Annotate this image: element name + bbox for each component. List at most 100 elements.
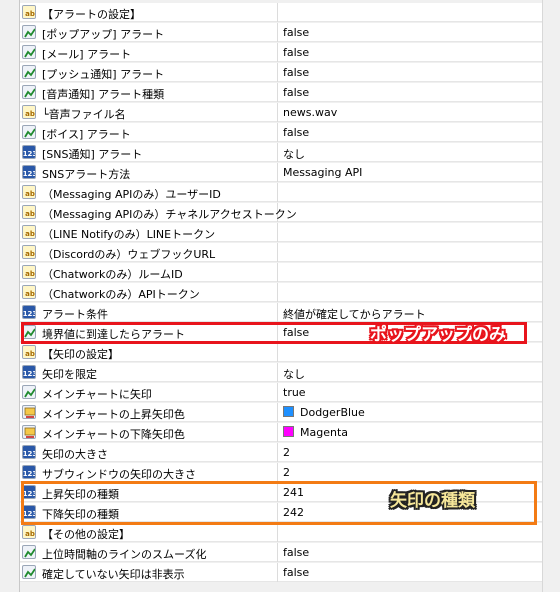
property-value-cell[interactable] [278, 283, 543, 302]
bool-icon [22, 545, 36, 559]
property-value-cell[interactable] [278, 243, 543, 262]
property-value-cell[interactable]: 2 [278, 443, 543, 462]
color-icon [22, 425, 36, 439]
string-icon: ab [22, 105, 36, 119]
property-row[interactable]: ab 【アラートの設定】 [20, 3, 543, 22]
property-row[interactable]: ab （Chatworkのみ）ルームID [20, 263, 543, 282]
property-value-cell[interactable] [278, 263, 543, 282]
property-value: Magenta [300, 426, 349, 439]
color-icon [22, 405, 36, 419]
property-name-cell: ab （Messaging APIのみ）ユーザーID [20, 183, 278, 202]
property-value-cell[interactable]: 2 [278, 463, 543, 482]
svg-text:123: 123 [23, 150, 36, 158]
property-row[interactable]: メインチャートに矢印 true [20, 383, 543, 402]
property-value-cell[interactable]: false [278, 563, 543, 582]
property-row[interactable]: 123 矢印の大きさ 2 [20, 443, 543, 462]
property-value-cell[interactable]: false [278, 123, 543, 142]
property-row[interactable]: 123 矢印を限定 なし [20, 363, 543, 382]
property-value: false [283, 126, 310, 139]
property-value: 2 [283, 466, 290, 479]
property-row[interactable]: [音声通知] アラート種類 false [20, 83, 543, 102]
property-value-cell[interactable] [278, 3, 543, 22]
property-value: Messaging API [283, 166, 363, 179]
enum-icon: 123 [22, 165, 36, 179]
property-value: DodgerBlue [300, 406, 365, 419]
property-row[interactable]: [メール] アラート false [20, 43, 543, 62]
property-value-cell[interactable] [278, 343, 543, 362]
bool-icon [22, 385, 36, 399]
property-name-cell: 123 [SNS通知] アラート [20, 143, 278, 162]
property-row[interactable]: [プッシュ通知] アラート false [20, 63, 543, 82]
property-row[interactable]: [ボイス] アラート false [20, 123, 543, 142]
property-value-cell[interactable] [278, 523, 543, 542]
property-name-cell: ab （Chatworkのみ）APIトークン [20, 283, 278, 302]
property-row[interactable]: ab （Messaging APIのみ）チャネルアクセストークン [20, 203, 543, 222]
property-value: news.wav [283, 106, 338, 119]
property-value-cell[interactable]: true [278, 383, 543, 402]
bool-icon [22, 125, 36, 139]
property-value-cell[interactable] [278, 183, 543, 202]
property-grid: ab 【アラートの設定】 [ポップアップ] アラート false [メール] アラート f… [0, 0, 560, 592]
enum-icon: 123 [22, 365, 36, 379]
property-label: （Messaging APIのみ）チャネルアクセストークン [42, 208, 297, 221]
property-label: 確定していない矢印は非表示 [42, 568, 185, 581]
property-row[interactable]: ab （Discordのみ）ウェブフックURL [20, 243, 543, 262]
property-name-cell: 確定していない矢印は非表示 [20, 563, 278, 582]
property-row[interactable]: ab 【その他の設定】 [20, 523, 543, 542]
property-value-cell[interactable] [278, 223, 543, 242]
property-name-cell: ab （Discordのみ）ウェブフックURL [20, 243, 278, 262]
property-name-cell: [ボイス] アラート [20, 123, 278, 142]
property-value-cell[interactable]: false [278, 43, 543, 62]
enum-icon: 123 [22, 305, 36, 319]
property-row[interactable]: ab 【矢印の設定】 [20, 343, 543, 362]
row-gutter [0, 0, 20, 592]
property-row[interactable]: メインチャートの下降矢印色 Magenta [20, 423, 543, 442]
property-name-cell: [プッシュ通知] アラート [20, 63, 278, 82]
property-name-cell: メインチャートの上昇矢印色 [20, 403, 278, 422]
property-row[interactable]: ab └音声ファイル名 news.wav [20, 103, 543, 122]
bool-icon [22, 45, 36, 59]
vertical-scrollbar[interactable] [542, 0, 560, 592]
bool-icon [22, 25, 36, 39]
popup-only-callout: ポップアップのみ [370, 325, 506, 345]
property-name-cell: 上位時間軸のラインのスムーズ化 [20, 543, 278, 562]
property-value-cell[interactable]: false [278, 63, 543, 82]
string-icon: ab [22, 265, 36, 279]
property-row[interactable]: ab （LINE Notifyのみ）LINEトークン [20, 223, 543, 242]
property-label: メインチャートの上昇矢印色 [42, 408, 185, 421]
property-value-cell[interactable]: なし [278, 143, 543, 162]
property-row[interactable]: [ポップアップ] アラート false [20, 23, 543, 42]
property-value-cell[interactable] [278, 203, 543, 222]
property-name-cell: ab 【アラートの設定】 [20, 3, 278, 22]
property-row[interactable]: ab （Messaging APIのみ）ユーザーID [20, 183, 543, 202]
property-label: （Chatworkのみ）APIトークン [42, 288, 200, 301]
property-row[interactable]: ab （Chatworkのみ）APIトークン [20, 283, 543, 302]
property-value-cell[interactable]: news.wav [278, 103, 543, 122]
svg-text:123: 123 [23, 470, 36, 478]
property-row[interactable]: 確定していない矢印は非表示 false [20, 563, 543, 582]
string-icon: ab [22, 525, 36, 539]
property-value-cell[interactable]: false [278, 543, 543, 562]
property-value-cell[interactable]: Messaging API [278, 163, 543, 182]
property-label: SNSアラート方法 [42, 168, 131, 181]
property-value: true [283, 386, 306, 399]
property-value: なし [283, 368, 305, 381]
property-row[interactable]: 123 サブウィンドウの矢印の大きさ 2 [20, 463, 543, 482]
property-label: （LINE Notifyのみ）LINEトークン [42, 228, 216, 241]
property-row[interactable]: 123 [SNS通知] アラート なし [20, 143, 543, 162]
property-row[interactable]: 123 SNSアラート方法 Messaging API [20, 163, 543, 182]
property-value-cell[interactable]: false [278, 23, 543, 42]
property-value-cell[interactable]: DodgerBlue [278, 403, 543, 422]
property-name-cell: 123 矢印を限定 [20, 363, 278, 382]
svg-text:ab: ab [25, 210, 35, 218]
property-label: （Discordのみ）ウェブフックURL [42, 248, 216, 261]
property-value-cell[interactable]: false [278, 83, 543, 102]
property-value-cell[interactable]: Magenta [278, 423, 543, 442]
svg-text:123: 123 [23, 170, 36, 178]
enum-icon: 123 [22, 145, 36, 159]
property-row[interactable]: 上位時間軸のラインのスムーズ化 false [20, 543, 543, 562]
property-value-cell[interactable]: なし [278, 363, 543, 382]
property-label: └音声ファイル名 [42, 108, 126, 121]
property-row[interactable]: メインチャートの上昇矢印色 DodgerBlue [20, 403, 543, 422]
svg-text:ab: ab [25, 530, 35, 538]
